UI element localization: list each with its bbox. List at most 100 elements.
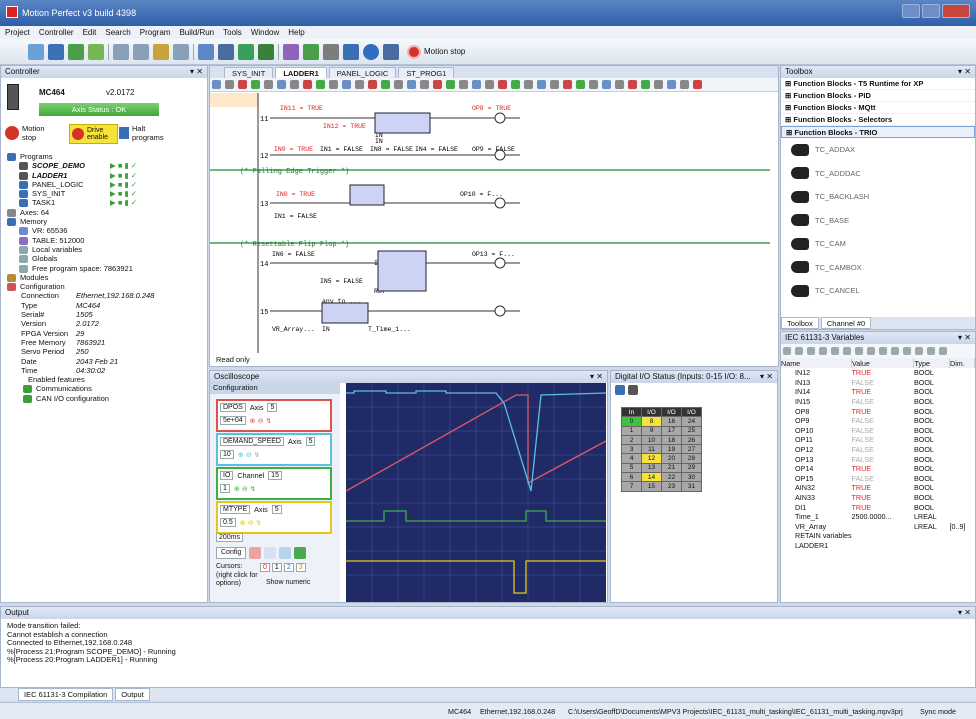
editor-tool-icon[interactable] bbox=[459, 80, 468, 89]
editor-tool-icon[interactable] bbox=[511, 80, 520, 89]
variables-footer-item[interactable]: RETAIN variables bbox=[795, 531, 975, 541]
editor-tool-icon[interactable] bbox=[238, 80, 247, 89]
editor-tool-icon[interactable] bbox=[446, 80, 455, 89]
variables-tool-icon[interactable] bbox=[939, 347, 947, 355]
io-cell[interactable]: 18 bbox=[661, 434, 682, 446]
connect-icon[interactable] bbox=[68, 43, 84, 60]
scale-field[interactable]: 0.5 bbox=[220, 518, 236, 527]
cursor-button[interactable]: 1 bbox=[271, 563, 282, 572]
tree-item[interactable]: Programs bbox=[7, 152, 207, 161]
function-block[interactable] bbox=[349, 184, 385, 206]
trigger-icon[interactable] bbox=[249, 547, 262, 559]
toolbox-item[interactable]: TC_CANCEL bbox=[781, 279, 975, 303]
io-cell[interactable]: 16 bbox=[661, 416, 682, 427]
timebase-field[interactable]: 200ms bbox=[216, 533, 244, 542]
channel-buttons[interactable]: ⊕ ⊖ ↯ bbox=[240, 518, 262, 527]
variable-row[interactable]: VR_Array LREAL [0..9] bbox=[781, 522, 975, 532]
window-icon[interactable] bbox=[113, 43, 129, 60]
axis-select[interactable]: 5 bbox=[305, 437, 316, 446]
editor-tool-icon[interactable] bbox=[420, 80, 429, 89]
variable-row[interactable]: DI1 TRUE BOOL bbox=[781, 502, 975, 512]
io-view-icon[interactable] bbox=[628, 385, 638, 395]
editor-tool-icon[interactable] bbox=[368, 80, 377, 89]
program-status-icons[interactable]: ▶ ■ ▮ ✓ bbox=[110, 180, 137, 189]
table-icon[interactable] bbox=[258, 43, 274, 60]
program-status-icons[interactable]: ▶ ■ ▮ ✓ bbox=[110, 161, 137, 170]
drive-enable-button[interactable]: Drive enable bbox=[69, 124, 118, 144]
editor-tool-icon[interactable] bbox=[550, 80, 559, 89]
tree-item[interactable]: PANEL_LOGIC ▶ ■ ▮ ✓ bbox=[7, 180, 207, 189]
editor-tool-icon[interactable] bbox=[303, 80, 312, 89]
variables-tool-icon[interactable] bbox=[795, 347, 803, 355]
tools-icon[interactable] bbox=[323, 43, 339, 60]
variable-row[interactable]: OP11 FALSE BOOL bbox=[781, 435, 975, 445]
toolbox-item[interactable]: TC_ADDDAC bbox=[781, 162, 975, 186]
editor-tool-icon[interactable] bbox=[355, 80, 364, 89]
variable-row[interactable]: OP13 FALSE BOOL bbox=[781, 454, 975, 464]
channel-parameter[interactable]: IO bbox=[220, 471, 234, 480]
tree-item[interactable]: Local variables bbox=[7, 245, 207, 254]
io-cell[interactable]: 31 bbox=[681, 481, 702, 492]
people-icon[interactable] bbox=[303, 43, 319, 60]
column-header[interactable]: Value bbox=[851, 358, 915, 368]
status-sync[interactable]: Sync mode bbox=[920, 707, 956, 716]
chart-icon[interactable] bbox=[173, 43, 189, 60]
tree-item[interactable]: Axes: 64 bbox=[7, 208, 207, 217]
variables-tool-icon[interactable] bbox=[867, 347, 875, 355]
column-header[interactable]: Dim. bbox=[949, 358, 975, 368]
variables-tool-icon[interactable] bbox=[927, 347, 935, 355]
io-cell[interactable]: 14 bbox=[641, 472, 662, 483]
show-numeric-label[interactable]: Show numeric bbox=[266, 579, 310, 586]
output-tab[interactable]: IEC 61131-3 Compilation bbox=[18, 688, 114, 701]
editor-tool-icon[interactable] bbox=[641, 80, 650, 89]
editor-tool-icon[interactable] bbox=[485, 80, 494, 89]
variables-footer-item[interactable]: LADDER1 bbox=[795, 541, 975, 551]
variable-row[interactable]: IN14 TRUE BOOL bbox=[781, 387, 975, 397]
monitor-icon[interactable] bbox=[218, 43, 234, 60]
editor-tool-icon[interactable] bbox=[563, 80, 572, 89]
halt-programs-button[interactable]: Halt programs bbox=[119, 124, 170, 142]
menu-edit[interactable]: Edit bbox=[83, 28, 97, 37]
editor-tool-icon[interactable] bbox=[342, 80, 351, 89]
editor-tool-icon[interactable] bbox=[693, 80, 702, 89]
menu-buildrun[interactable]: Build/Run bbox=[179, 28, 214, 37]
editor-tool-icon[interactable] bbox=[225, 80, 234, 89]
menu-window[interactable]: Window bbox=[251, 28, 279, 37]
toolbox-group[interactable]: ⊞ Function Blocks - MQtt bbox=[781, 102, 975, 114]
editor-tool-icon[interactable] bbox=[264, 80, 273, 89]
variables-tool-icon[interactable] bbox=[855, 347, 863, 355]
variables-tool-icon[interactable] bbox=[843, 347, 851, 355]
variable-row[interactable]: AIN33 TRUE BOOL bbox=[781, 493, 975, 503]
function-block[interactable] bbox=[374, 112, 431, 134]
editor-tool-icon[interactable] bbox=[667, 80, 676, 89]
coil[interactable] bbox=[494, 305, 506, 317]
coil[interactable] bbox=[494, 112, 506, 124]
menu-tools[interactable]: Tools bbox=[223, 28, 242, 37]
axis-status-button[interactable]: Axis Status : OK bbox=[39, 103, 159, 116]
column-header[interactable]: Type bbox=[913, 358, 951, 368]
menu-controller[interactable]: Controller bbox=[39, 28, 74, 37]
grid-icon[interactable] bbox=[283, 43, 299, 60]
channel-parameter[interactable]: DEMAND_SPEED bbox=[220, 437, 284, 446]
editor-tool-icon[interactable] bbox=[381, 80, 390, 89]
scale-field[interactable]: 10 bbox=[220, 450, 234, 459]
tree-item[interactable]: Modules bbox=[7, 273, 207, 282]
editor-tool-icon[interactable] bbox=[589, 80, 598, 89]
close-button[interactable] bbox=[942, 4, 970, 18]
editor-tool-icon[interactable] bbox=[524, 80, 533, 89]
tree-item[interactable]: CAN I/O configuration bbox=[7, 394, 207, 403]
channel-buttons[interactable]: ⊕ ⊖ ↯ bbox=[250, 416, 272, 425]
editor-tool-icon[interactable] bbox=[212, 80, 221, 89]
variable-row[interactable]: OP15 FALSE BOOL bbox=[781, 474, 975, 484]
variables-tool-icon[interactable] bbox=[831, 347, 839, 355]
editor-tool-icon[interactable] bbox=[615, 80, 624, 89]
menu-search[interactable]: Search bbox=[105, 28, 130, 37]
new-icon[interactable] bbox=[28, 43, 44, 60]
help-icon[interactable] bbox=[363, 43, 379, 60]
io-cell[interactable]: 23 bbox=[661, 481, 682, 492]
editor-tool-icon[interactable] bbox=[680, 80, 689, 89]
scope-icon[interactable] bbox=[198, 43, 214, 60]
scope-channel[interactable]: DPOS Axis 5 5e+04 ⊕ ⊖ ↯ bbox=[216, 399, 332, 432]
toolbox-item[interactable]: TC_BACKLASH bbox=[781, 185, 975, 209]
coil[interactable] bbox=[494, 197, 506, 209]
